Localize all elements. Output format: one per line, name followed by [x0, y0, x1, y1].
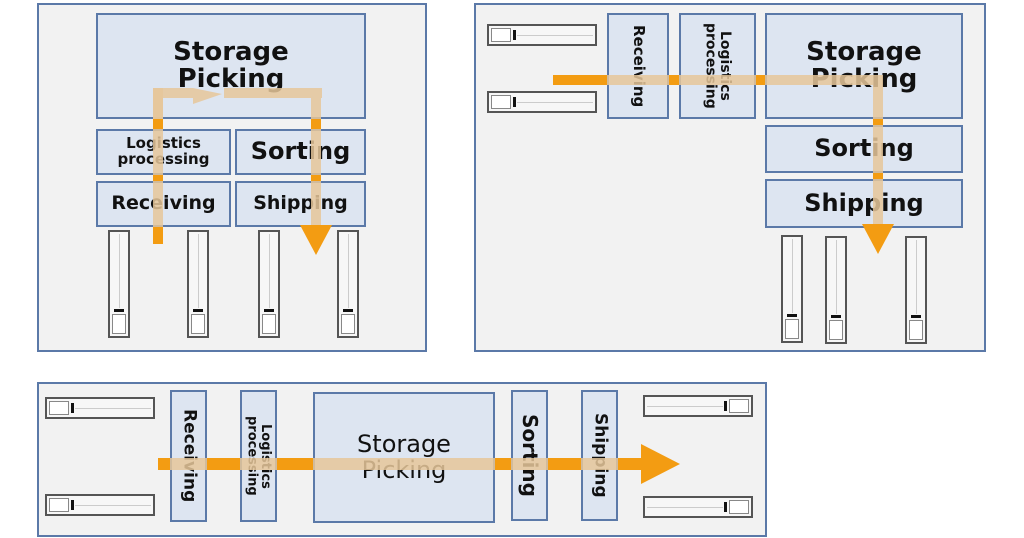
zone-shipping: Shipping: [235, 181, 366, 227]
truck-icon: [487, 91, 597, 113]
truck-icon: [825, 236, 847, 344]
truck-icon: [45, 397, 155, 419]
zone-label: Storage Picking: [806, 36, 922, 94]
zone-receiving: Receiving: [607, 13, 669, 119]
zone-logistics-processing: Logistics processing: [240, 390, 277, 522]
zone-storage-picking: Storage Picking: [313, 392, 495, 523]
zone-label: Logistics processing: [117, 134, 210, 168]
truck-icon: [337, 230, 359, 338]
zone-label: Storage Picking: [357, 430, 451, 484]
zone-shipping: Shipping: [765, 179, 963, 228]
zone-logistics-processing: Logistics processing: [96, 129, 231, 175]
zone-label: Sorting: [814, 134, 914, 163]
zone-label: Shipping: [253, 192, 348, 215]
zone-receiving: Receiving: [170, 390, 207, 522]
truck-icon: [258, 230, 280, 338]
truck-icon: [487, 24, 597, 46]
truck-icon: [45, 494, 155, 516]
zone-label: Logistics processing: [702, 23, 734, 109]
truck-icon: [643, 496, 753, 518]
zone-label: Receiving: [111, 192, 216, 215]
truck-icon: [781, 235, 803, 343]
zone-receiving: Receiving: [96, 181, 231, 227]
zone-label: Logistics processing: [244, 416, 274, 496]
zone-label: Sorting: [518, 414, 542, 497]
truck-icon: [108, 230, 130, 338]
zone-label: Shipping: [590, 413, 611, 498]
zone-storage-picking: Storage Picking: [96, 13, 366, 119]
zone-logistics-processing: Logistics processing: [679, 13, 756, 119]
truck-icon: [643, 395, 753, 417]
truck-icon: [905, 236, 927, 344]
zone-sorting: Sorting: [235, 129, 366, 175]
zone-storage-picking: Storage Picking: [765, 13, 963, 119]
zone-label: Receiving: [629, 24, 648, 108]
zone-label: Sorting: [250, 137, 351, 166]
zone-label: Storage Picking: [173, 36, 289, 94]
zone-sorting: Sorting: [511, 390, 548, 521]
zone-label: Shipping: [804, 188, 924, 217]
zone-sorting: Sorting: [765, 125, 963, 173]
truck-icon: [187, 230, 209, 338]
zone-label: Receiving: [179, 409, 200, 503]
zone-shipping: Shipping: [581, 390, 618, 521]
